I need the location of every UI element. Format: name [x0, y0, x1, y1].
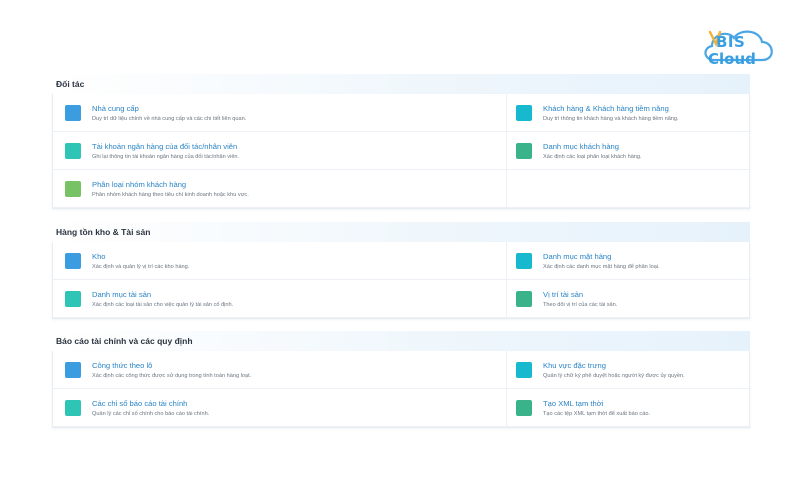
logo-text-cloud: Cloud [708, 50, 756, 68]
item-desc: Xác định các danh mục mặt hàng để phân l… [543, 263, 660, 270]
item-title: Phân loại nhóm khách hàng [92, 179, 187, 189]
item-title: Kho [92, 251, 106, 261]
menu-item-asset-categories[interactable]: Danh mục tài sản Xác định các loại tài sả… [53, 280, 507, 318]
item-title: Các chỉ số báo cáo tài chính [92, 398, 188, 408]
item-title: Danh mục khách hàng [543, 141, 619, 151]
cyan-square-icon [516, 252, 532, 269]
section-grid: Công thức theo lô Xác định các công thức … [52, 351, 751, 428]
menu-item-customer-categories[interactable]: Danh mục khách hàng Xác định các loại phâ… [507, 132, 751, 170]
section-title: Báo cáo tài chính và các quy định [52, 331, 750, 351]
teal-square-icon [65, 142, 81, 159]
blue-square-icon [65, 104, 81, 121]
menu-item-bank-accounts[interactable]: Tài khoản ngân hàng của đối tác/nhân viê… [53, 132, 507, 170]
menu-item-customer-groups[interactable]: Phân loại nhóm khách hàng Phân nhóm khách… [53, 170, 507, 208]
lime-square-icon [65, 180, 81, 197]
menu-item-temp-xml[interactable]: Tạo XML tạm thời Tạo các tệp XML tạm thời… [507, 389, 751, 427]
item-desc: Theo dõi vị trí của các tài sản. [543, 301, 618, 308]
blue-square-icon [65, 252, 81, 269]
menu-item-suppliers[interactable]: Nhà cung cấp Duy trì dữ liệu chính về nhà… [53, 94, 507, 132]
section-title: Đối tác [52, 74, 750, 94]
item-desc: Duy trì dữ liệu chính về nhà cung cấp và… [92, 115, 247, 122]
menu-item-financial-indicators[interactable]: Các chỉ số báo cáo tài chính Quản lý các … [53, 389, 507, 427]
section-grid: Nhà cung cấp Duy trì dữ liệu chính về nhà… [52, 94, 751, 209]
section-partners: Đối tác Nhà cung cấp Duy trì dữ liệu chín… [52, 74, 751, 209]
menu-item-item-categories[interactable]: Danh mục mặt hàng Xác định các danh mục m… [507, 242, 751, 280]
item-desc: Quản lý chữ ký phê duyệt hoặc người ký đ… [543, 372, 685, 379]
item-title: Khu vực đặc trưng [543, 360, 606, 370]
teal-square-icon [65, 399, 81, 416]
cyan-square-icon [516, 361, 532, 378]
item-desc: Tạo các tệp XML tạm thời để xuất báo cáo… [543, 410, 651, 417]
menu-item-customers[interactable]: Khách hàng & Khách hàng tiềm năng Duy trì… [507, 94, 751, 132]
section-inventory-assets: Hàng tồn kho & Tài sản Kho Xác định và qu… [52, 222, 751, 319]
menu-item-batch-formulas[interactable]: Công thức theo lô Xác định các công thức … [53, 351, 507, 389]
teal-square-icon [65, 290, 81, 307]
item-desc: Xác định các công thức được sử dụng tron… [92, 372, 252, 379]
item-desc: Phân nhóm khách hàng theo tiêu chí kinh … [92, 191, 249, 198]
item-title: Danh mục mặt hàng [543, 251, 612, 261]
menu-item-warehouses[interactable]: Kho Xác định và quản lý vị trí các kho hà… [53, 242, 507, 280]
menu-item-asset-locations[interactable]: Vị trí tài sản Theo dõi vị trí của các tà… [507, 280, 751, 318]
section-title: Hàng tồn kho & Tài sản [52, 222, 750, 242]
empty-cell [507, 170, 751, 208]
item-desc: Ghi lại thông tin tài khoản ngân hàng củ… [92, 153, 240, 160]
item-desc: Duy trì thông tin khách hàng và khách hà… [543, 115, 679, 122]
green-square-icon [516, 290, 532, 307]
logo-text-bis: BIS [716, 33, 746, 51]
blue-square-icon [65, 361, 81, 378]
item-desc: Xác định các loại tài sản cho việc quản … [92, 301, 234, 308]
section-financial-reports: Báo cáo tài chính và các quy định Công t… [52, 331, 751, 428]
item-title: Nhà cung cấp [92, 103, 139, 113]
item-desc: Quản lý các chỉ số chính cho báo cáo tài… [92, 410, 210, 417]
cyan-square-icon [516, 104, 532, 121]
item-title: Danh mục tài sản [92, 289, 152, 299]
menu-item-special-areas[interactable]: Khu vực đặc trưng Quản lý chữ ký phê duyệ… [507, 351, 751, 389]
section-grid: Kho Xác định và quản lý vị trí các kho hà… [52, 242, 751, 319]
item-desc: Xác định các loại phân loại khách hàng. [543, 153, 642, 160]
item-title: Tài khoản ngân hàng của đối tác/nhân viê… [92, 141, 238, 151]
item-title: Công thức theo lô [92, 360, 153, 370]
item-title: Vị trí tài sản [543, 289, 584, 299]
item-title: Tạo XML tạm thời [543, 398, 604, 408]
item-title: Khách hàng & Khách hàng tiềm năng [543, 103, 669, 113]
item-desc: Xác định và quản lý vị trí các kho hàng. [92, 263, 190, 270]
green-square-icon [516, 399, 532, 416]
green-square-icon [516, 142, 532, 159]
